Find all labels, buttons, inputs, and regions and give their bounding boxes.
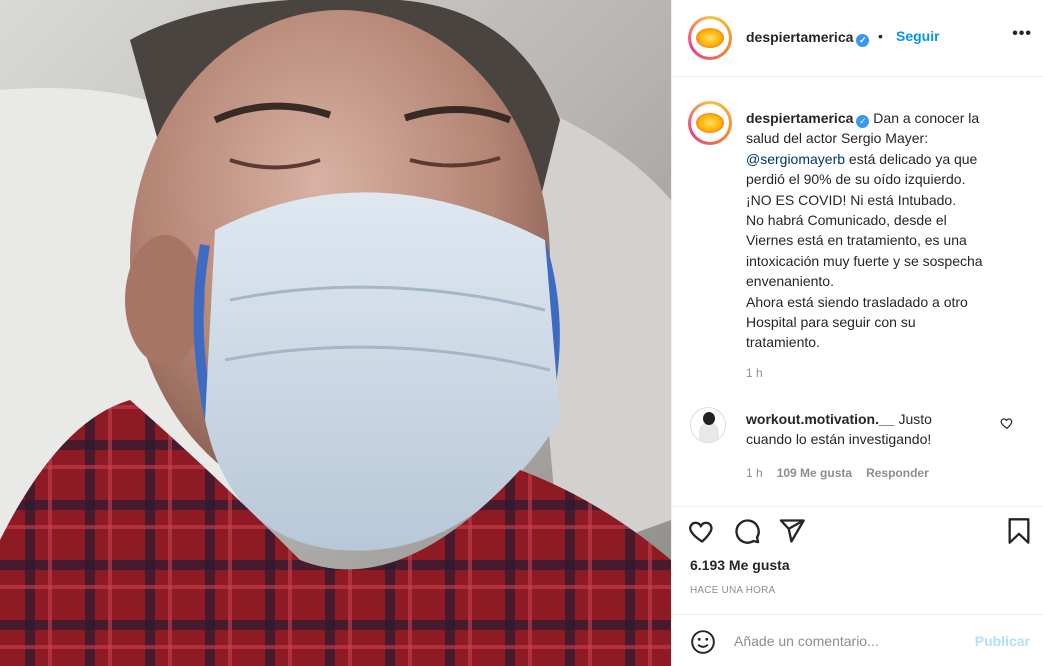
comment-time[interactable]: 1 h — [746, 466, 763, 480]
post-sidebar: despiertamerica ✓ • Seguir ••• despiertam… — [671, 0, 1043, 666]
post-caption: despiertamerica ✓ Dan a conocer la salud … — [746, 110, 983, 351]
commenter-avatar[interactable] — [690, 407, 726, 443]
reply-button[interactable]: Responder — [866, 466, 929, 480]
smiley-icon[interactable] — [690, 629, 716, 655]
publish-button[interactable]: Publicar — [975, 633, 1030, 649]
action-bar — [672, 506, 1043, 507]
post-header: despiertamerica ✓ • Seguir ••• — [672, 0, 1043, 77]
verified-badge-icon: ✓ — [856, 34, 870, 47]
comment-bubble-icon[interactable] — [733, 517, 761, 545]
brand-logo — [696, 113, 724, 133]
follow-button[interactable]: Seguir — [896, 28, 940, 44]
likes-count[interactable]: 6.193 Me gusta — [690, 557, 790, 573]
comment-input[interactable] — [734, 629, 964, 653]
brand-logo — [696, 28, 724, 48]
comment-like-heart-icon[interactable] — [1000, 416, 1014, 430]
comment-meta: 1 h 109 Me gusta Responder — [746, 466, 929, 480]
mention-link[interactable]: @sergiomayerb — [746, 151, 845, 167]
more-options-icon[interactable]: ••• — [1012, 25, 1032, 43]
photo-man-wearing-mask — [0, 0, 671, 666]
instagram-post: despiertamerica ✓ • Seguir ••• despiertam… — [0, 0, 1043, 666]
heart-icon[interactable] — [688, 517, 716, 545]
comment: workout.motivation.__ Justo cuando lo es… — [746, 411, 932, 448]
account-avatar[interactable] — [688, 16, 732, 60]
header-separator: • — [878, 28, 883, 44]
post-photo[interactable] — [0, 0, 671, 666]
caption-username[interactable]: despiertamerica — [746, 110, 853, 126]
caption-avatar[interactable] — [688, 101, 732, 145]
paper-plane-icon[interactable] — [778, 517, 806, 545]
add-comment-bar: Publicar — [672, 614, 1043, 666]
post-timestamp[interactable]: HACE UNA HORA — [690, 585, 775, 596]
comment-username[interactable]: workout.motivation.__ — [746, 411, 895, 427]
verified-badge-icon: ✓ — [856, 115, 870, 128]
caption-timestamp[interactable]: 1 h — [746, 366, 763, 380]
comment-likes[interactable]: 109 Me gusta — [777, 466, 852, 480]
header-username[interactable]: despiertamerica ✓ — [746, 29, 870, 47]
bookmark-icon[interactable] — [1006, 517, 1032, 545]
